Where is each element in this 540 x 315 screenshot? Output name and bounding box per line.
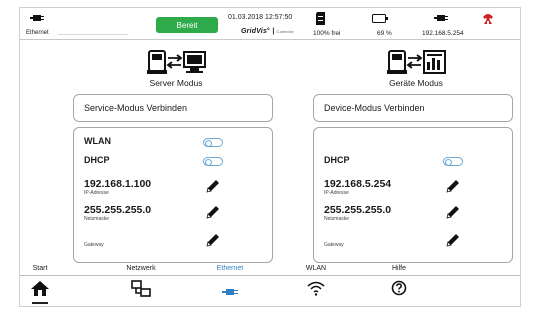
dhcp-toggle[interactable]	[203, 157, 223, 166]
nav-label-wlan: WLAN	[305, 265, 327, 272]
wlan-toggle[interactable]	[203, 138, 223, 147]
nav-divider	[20, 275, 520, 276]
sd-card-icon	[316, 12, 325, 27]
help-icon[interactable]	[391, 280, 407, 301]
netmask-caption: Netzmaske	[84, 216, 110, 222]
gateway-caption: Gateway	[324, 242, 344, 248]
battery-label: 69 %	[377, 30, 392, 37]
ip-address-value: 192.168.5.254	[324, 178, 392, 190]
ip-address-caption: IP-Adresse	[324, 190, 349, 196]
netmask-value: 255.255.255.0	[324, 204, 392, 216]
datetime: 01.03.2018 12:57:50	[228, 14, 293, 21]
battery-icon	[372, 14, 388, 25]
alarm-icon[interactable]	[481, 12, 495, 28]
nav-label-hilfe: Hilfe	[391, 265, 407, 272]
dhcp-toggle[interactable]	[443, 157, 463, 166]
server-mode-icon	[141, 48, 211, 78]
status-badge: Bereit	[156, 17, 218, 33]
ip-address-value: 192.168.1.100	[84, 178, 152, 190]
ethernet-label: Ethernet	[26, 30, 49, 36]
netmask-value: 255.255.255.0	[84, 204, 152, 216]
home-icon[interactable]	[30, 280, 50, 303]
brand-logo: GridVis° | Collector	[241, 28, 295, 35]
nav-active-indicator	[32, 302, 48, 304]
dhcp-label: DHCP	[324, 155, 350, 165]
app-frame: Ethernet Bereit 01.03.2018 12:57:50 Grid…	[19, 7, 521, 307]
device-mode-title: Geräte Modus	[389, 78, 443, 88]
pencil-icon[interactable]	[205, 178, 221, 199]
netmask-caption: Netzmaske	[324, 216, 350, 222]
server-network-card: WLAN DHCP 192.168.1.100 IP-Adresse 255.2…	[73, 127, 273, 263]
dhcp-label: DHCP	[84, 155, 110, 165]
status-bar: Ethernet Bereit 01.03.2018 12:57:50 Grid…	[20, 8, 520, 40]
brand-name: GridVis	[241, 28, 268, 35]
nav-label-netzwerk: Netzwerk	[126, 265, 156, 272]
ethernet-icon	[434, 12, 448, 26]
storage-label: 100% frei	[313, 30, 341, 37]
device-network-card: DHCP 192.168.5.254 IP-Adresse 255.255.25…	[313, 127, 513, 263]
divider	[58, 34, 128, 35]
wifi-icon[interactable]	[307, 280, 325, 301]
ip-address-caption: IP-Adresse	[84, 190, 109, 196]
pencil-icon[interactable]	[205, 204, 221, 225]
device-mode-icon	[381, 48, 451, 78]
server-mode-title: Server Modus	[149, 78, 203, 88]
pencil-icon[interactable]	[445, 204, 461, 225]
ethernet-icon[interactable]	[222, 284, 238, 302]
pencil-icon[interactable]	[445, 232, 461, 253]
device-mode-connect-button[interactable]: Device-Modus Verbinden	[313, 94, 513, 122]
network-icon[interactable]	[131, 280, 151, 303]
wlan-label: WLAN	[84, 136, 111, 146]
service-mode-connect-button[interactable]: Service-Modus Verbinden	[73, 94, 273, 122]
ip-address-label: 192.168.5.254	[422, 30, 464, 37]
pencil-icon[interactable]	[205, 232, 221, 253]
nav-label-ethernet: Ethernet	[216, 265, 244, 272]
gateway-caption: Gateway	[84, 242, 104, 248]
pencil-icon[interactable]	[445, 178, 461, 199]
ethernet-icon	[30, 12, 44, 26]
nav-label-start: Start	[32, 265, 48, 272]
brand-sub: Collector	[276, 29, 295, 34]
